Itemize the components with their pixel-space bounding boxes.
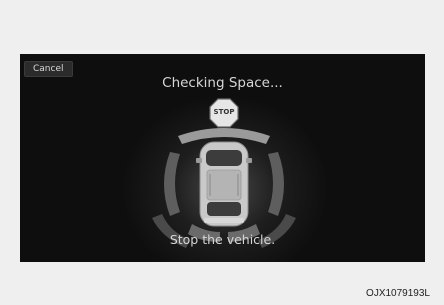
stop-sign-text: STOP	[213, 108, 235, 116]
car-top-view	[196, 141, 252, 227]
instruction-message: Stop the vehicle.	[169, 232, 276, 247]
right-sensor-zone	[268, 152, 284, 216]
parking-assist-screen: STOP Cancel Checking Space... Stop the v…	[20, 54, 425, 262]
page-title: Checking Space...	[162, 75, 283, 91]
figure-code: OJX1079193L	[366, 288, 430, 299]
stop-sign-icon: STOP	[209, 98, 239, 128]
left-sensor-zone	[164, 152, 180, 216]
